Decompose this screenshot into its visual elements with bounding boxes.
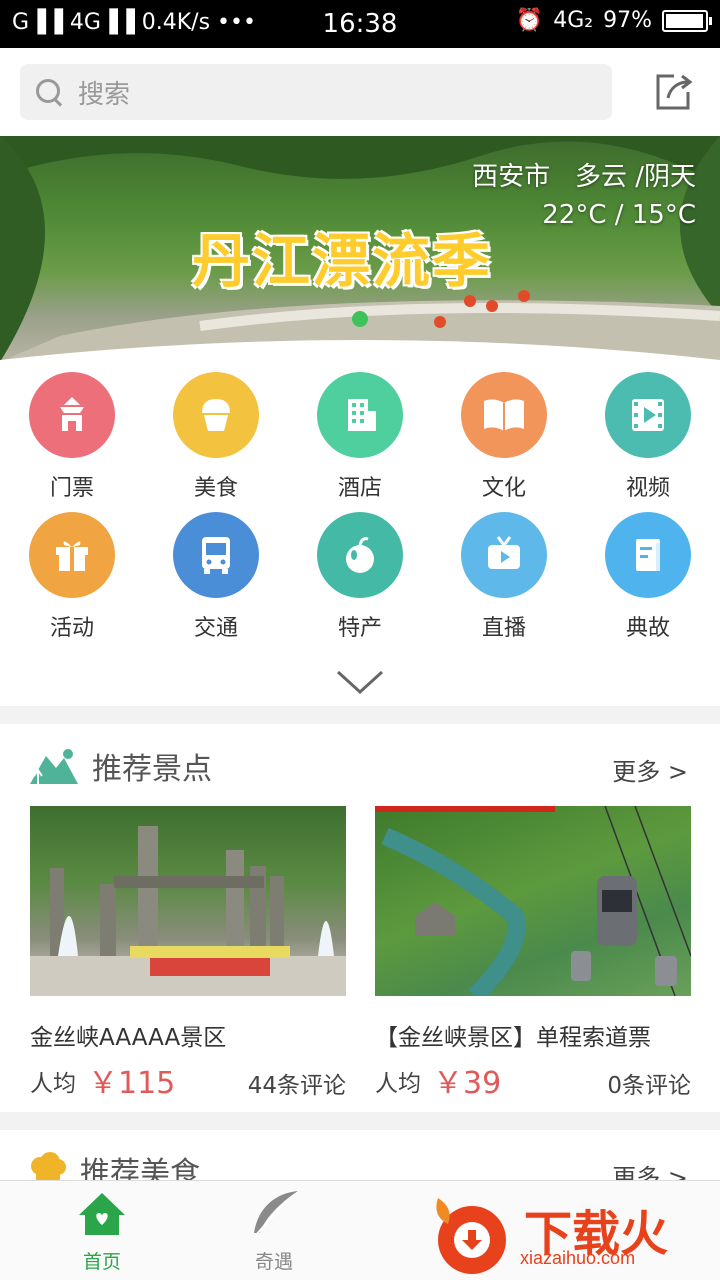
chevron-down-icon[interactable] [336,668,384,696]
status-bar: G▐▐ 4G▐▐ 0.4K/s ••• 16:38 ⏰ 4G₂ 97% [0,0,720,48]
more-link[interactable]: 更多 > [612,752,688,787]
per-person-label: 人均 [375,1071,421,1097]
weather-widget: 西安市 多云 /阴天 22°C / 15°C [472,158,696,234]
search-icon [34,77,64,107]
share-icon[interactable] [652,70,696,114]
bus-icon [173,512,259,598]
book-icon [461,372,547,458]
promo-banner[interactable]: 丹江漂流季 西安市 多云 /阴天 22°C / 15°C [0,136,720,362]
category-label: 直播 [481,616,526,641]
category-item[interactable]: 视频 [576,372,720,502]
section-header: 推荐景点 [28,744,212,788]
category-label: 美食 [193,476,238,501]
watermark-url: xiazaihuo.com [520,1248,636,1268]
top-header: 搜索 [0,48,720,136]
category-item[interactable]: 酒店 [288,372,432,502]
category-grid: 门票 美食 酒店 文化 视频活动 交通 特产 直播 典故 [0,362,720,706]
review-count: 44条评论 [247,1073,346,1099]
video-icon [605,372,691,458]
category-item[interactable]: 直播 [432,512,576,642]
tab-home-label: 首页 [82,1251,121,1273]
battery-percent: 97% [603,8,652,33]
category-label: 视频 [625,476,670,501]
scenic-card[interactable]: 金丝峡AAAAA景区 人均 ￥115 44条评论 [30,806,346,1101]
recommended-scenic-section: 推荐景点 更多 > 金丝峡AAAAA景区 人均 ￥115 44条评论 【金丝峡景… [0,724,720,1112]
per-person-label: 人均 [30,1071,76,1097]
notebook-icon [605,512,691,598]
mountain-icon [30,749,78,784]
pagoda-icon [29,372,115,458]
feather-icon [254,1191,298,1236]
category-label: 文化 [481,476,526,501]
network-type: 4G₂ [553,8,594,33]
banner-title: 丹江漂流季 [192,227,493,295]
weather-city: 西安市 [472,162,551,192]
alarm-icon: ⏰ [515,8,544,33]
search-placeholder: 搜索 [78,79,131,110]
price: ￥115 [88,1066,176,1101]
category-item[interactable]: 特产 [288,512,432,642]
battery-level [666,13,703,28]
weather-condition: 多云 /阴天 [574,162,696,192]
price: ￥39 [433,1066,502,1101]
tv-icon [461,512,547,598]
flame-logo-icon [436,1198,506,1274]
home-icon [79,1193,125,1235]
scenic-photo [375,806,691,996]
scenic-card[interactable]: 【金丝峡景区】单程索道票 人均 ￥39 0条评论 [375,806,691,1101]
category-item[interactable]: 文化 [432,372,576,502]
category-item[interactable]: 门票 [0,372,144,502]
watermark-logo: 下载火 xiazaihuo.com [424,1188,714,1278]
scenic-meta: 人均 ￥39 0条评论 [375,1058,691,1101]
category-label: 特产 [337,616,382,641]
category-label: 交通 [193,616,238,641]
category-item[interactable]: 美食 [144,372,288,502]
scenic-name: 金丝峡AAAAA景区 [30,1025,227,1051]
tab-home[interactable]: 首页 [30,1181,174,1274]
category-label: 典故 [625,616,670,641]
tab-adventure-label: 奇遇 [254,1251,293,1273]
gift-icon [29,512,115,598]
gate-illustration [30,826,346,996]
weather-temperature: 22°C / 15°C [542,200,696,230]
section-title: 推荐景点 [92,752,212,787]
category-item[interactable]: 交通 [144,512,288,642]
search-bar[interactable]: 搜索 [20,64,612,120]
status-right: ⏰ 4G₂ 97% [515,8,712,33]
category-label: 酒店 [337,476,382,501]
review-count: 0条评论 [607,1073,691,1099]
category-label: 活动 [49,616,94,641]
scenic-meta: 人均 ￥115 44条评论 [30,1058,346,1101]
battery-icon [662,9,712,32]
building-icon [317,372,403,458]
category-item[interactable]: 典故 [576,512,720,642]
category-label: 门票 [49,476,94,501]
category-item[interactable]: 活动 [0,512,144,642]
cupcake-icon [173,372,259,458]
scenic-name: 【金丝峡景区】单程索道票 [375,1025,651,1051]
scenic-photo [30,806,346,996]
cableway-illustration [375,806,691,996]
apple-icon [317,512,403,598]
tab-adventure[interactable]: 奇遇 [202,1181,346,1274]
